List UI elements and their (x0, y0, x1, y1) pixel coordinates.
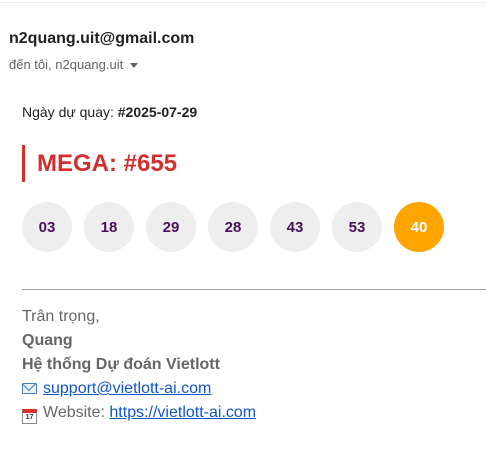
support-email-link[interactable]: support@vietlott-ai.com (43, 380, 211, 397)
website-label: Website: (43, 404, 110, 421)
chevron-down-icon[interactable] (130, 63, 139, 68)
signature-website-line: 17 Website: https://vietlott-ai.com (22, 404, 256, 424)
recipients-label: đến tôi, n2quang.uit (9, 57, 124, 72)
number-ball: 43 (270, 202, 320, 252)
draw-date: Ngày dự quay: #2025-07-29 (22, 104, 197, 120)
number-ball: 28 (208, 202, 258, 252)
number-ball: 18 (84, 202, 134, 252)
product-title: MEGA: #655 (37, 149, 178, 177)
number-balls: 03 18 29 28 43 53 40 (22, 202, 444, 252)
recipients-toggle[interactable]: đến tôi, n2quang.uit (9, 57, 139, 72)
number-ball: 53 (332, 202, 382, 252)
product-heading: MEGA: #655 (22, 145, 177, 182)
number-ball: 03 (22, 202, 72, 252)
signature-name: Quang (22, 332, 73, 349)
signature-divider (22, 289, 486, 290)
special-number-ball: 40 (394, 202, 444, 252)
signature-greeting: Trân trọng, (22, 308, 100, 325)
top-divider (0, 2, 486, 3)
draw-date-label: Ngày dự quay: (22, 104, 118, 120)
email-view: n2quang.uit@gmail.com đến tôi, n2quang.u… (0, 0, 486, 453)
calendar-icon: 17 (22, 409, 37, 424)
number-ball: 29 (146, 202, 196, 252)
website-link[interactable]: https://vietlott-ai.com (109, 404, 256, 421)
envelope-icon (22, 383, 37, 394)
signature-org: Hệ thống Dự đoán Vietlott (22, 356, 220, 373)
signature-email-line: support@vietlott-ai.com (22, 380, 211, 398)
draw-date-value: #2025-07-29 (117, 104, 198, 120)
sender-address[interactable]: n2quang.uit@gmail.com (9, 30, 194, 48)
